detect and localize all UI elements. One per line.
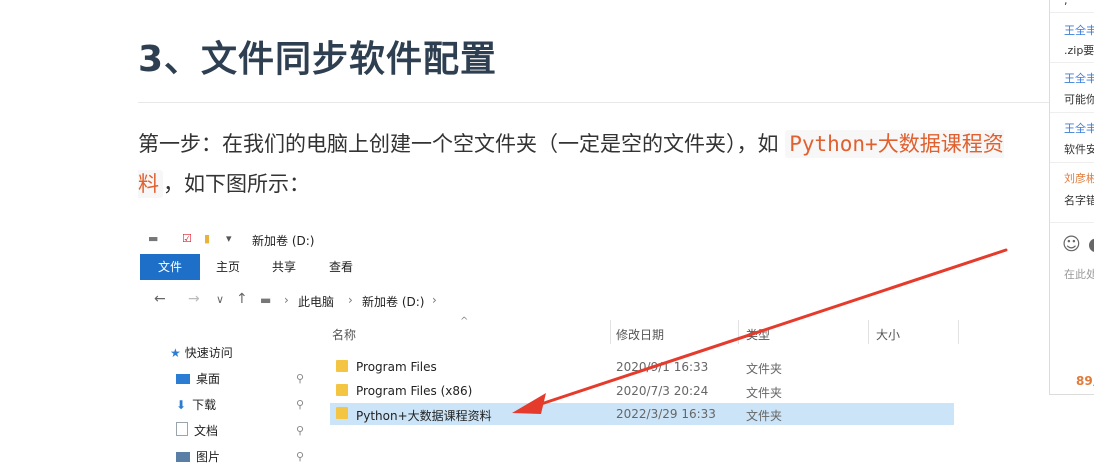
folder-icon [336,407,348,419]
paragraph-text-after: ，如下图所示： [163,172,310,196]
sidebar-item-quick-access[interactable]: ★ 快速访问 [170,344,233,361]
column-divider [958,320,959,344]
sidebar-item-downloads[interactable]: ⬇ 下载 [176,396,216,413]
comment-user[interactable]: 刘彦彬 [1064,170,1094,186]
explorer-titlebar: ▬ ☑ ▮ ▾ 新加卷 (D:) [140,228,1050,250]
comment-divider [1050,222,1094,223]
comment-user[interactable]: 王全丰 [1064,70,1094,86]
comment-user[interactable]: 王全丰 [1064,22,1094,38]
step-paragraph: 第一步：在我们的电脑上创建一个空文件夹（一定是空的文件夹），如 Python+大… [138,124,1048,204]
breadcrumb-separator-icon: › [348,293,353,307]
tab-home[interactable]: 主页 [216,258,240,275]
column-divider [610,320,611,344]
comment-text-fragment: , [1064,0,1068,7]
breadcrumb-this-pc[interactable]: 此电脑 [298,293,334,310]
comment-panel: , 王全丰 .zip要 王全丰 可能你 王全丰 软件安 刘彦彬 名字错 ☺ ◐ … [1049,0,1094,395]
comment-divider [1050,162,1094,163]
comment-text: 名字错 [1064,194,1094,207]
file-date: 2020/9/1 16:33 [616,360,709,374]
tab-share[interactable]: 共享 [272,258,296,275]
folder-icon: ▮ [204,232,211,245]
breadcrumb-separator-icon: › [284,293,289,307]
picture-icon [176,452,190,462]
comment-divider [1050,12,1094,13]
drive-icon: ▬ [148,232,159,245]
recent-locations-button[interactable]: ∨ [216,293,224,306]
comment-text: 软件安 [1064,143,1094,156]
pin-icon[interactable]: ⚲ [296,372,304,385]
sidebar-item-pictures[interactable]: 图片 [176,448,220,465]
pin-icon[interactable]: ⚲ [296,450,304,463]
file-row[interactable]: Program Files (x86) 2020/7/3 20:24 文件夹 [330,380,954,402]
sidebar-item-documents[interactable]: 文档 [176,422,218,439]
comment-input[interactable]: 在此处 [1064,266,1094,282]
file-row[interactable]: Program Files 2020/9/1 16:33 文件夹 [330,356,954,378]
pin-icon[interactable]: ⚲ [296,398,304,411]
comment-text: .zip要 [1064,44,1094,57]
file-date: 2020/7/3 20:24 [616,384,709,398]
pin-icon[interactable]: ⚲ [296,424,304,437]
emoji-icon[interactable]: ☺ [1062,234,1081,255]
comment-divider [1050,62,1094,63]
column-size[interactable]: 大小 [876,326,900,343]
desktop-icon [176,374,190,384]
file-type: 文件夹 [746,386,783,400]
star-icon: ★ [170,346,181,360]
download-icon: ⬇ [176,398,187,412]
file-date: 2022/3/29 16:33 [616,407,716,421]
file-type: 文件夹 [746,362,783,376]
comment-text: 可能你 [1064,93,1094,106]
file-row-selected[interactable]: Python+大数据课程资料 2022/3/29 16:33 文件夹 [330,403,954,425]
column-divider [738,320,739,344]
column-type[interactable]: 类型 [746,326,770,343]
file-type: 文件夹 [746,409,783,423]
address-bar: ← → ∨ ↑ ▬ › 此电脑 › 新加卷 (D:) › [140,288,1050,312]
tab-view[interactable]: 查看 [329,258,353,275]
breadcrumb-drive[interactable]: 新加卷 (D:) [362,293,424,310]
column-date[interactable]: 修改日期 [616,326,664,343]
file-name: Program Files [356,360,437,374]
breadcrumb-separator-icon: › [432,293,437,307]
chevron-down-icon[interactable]: ▾ [226,232,232,245]
article: 3、文件同步软件配置 第一步：在我们的电脑上创建一个空文件夹（一定是空的文件夹）… [0,0,1050,476]
up-button[interactable]: ↑ [236,291,248,307]
column-divider [868,320,869,344]
checkbox-icon: ☑ [182,232,192,245]
document-icon [176,422,188,436]
paragraph-text-before: 第一步：在我们的电脑上创建一个空文件夹（一定是空的文件夹），如 [138,132,786,156]
sort-caret-icon: ^ [460,316,469,327]
back-button[interactable]: ← [154,291,166,307]
folder-icon [336,360,348,372]
like-count: 89人 [1076,374,1094,388]
tab-file[interactable]: 文件 [140,254,200,280]
window-title: 新加卷 (D:) [252,234,315,248]
image-icon[interactable]: ◐ [1088,234,1094,255]
explorer-screenshot: ▬ ☑ ▮ ▾ 新加卷 (D:) 文件 主页 共享 查看 ← → ∨ ↑ ▬ ›… [140,222,1050,476]
comment-divider [1050,112,1094,113]
file-name: Program Files (x86) [356,384,473,398]
forward-button[interactable]: → [188,291,200,307]
sidebar-item-desktop[interactable]: 桌面 [176,370,220,387]
ribbon: 文件 主页 共享 查看 [140,254,1050,280]
divider [138,102,1050,103]
file-name: Python+大数据课程资料 [356,409,492,423]
comment-user[interactable]: 王全丰 [1064,120,1094,136]
column-name[interactable]: 名称 [332,326,356,343]
pc-icon: ▬ [260,293,272,307]
folder-icon [336,384,348,396]
section-heading: 3、文件同步软件配置 [138,39,498,80]
